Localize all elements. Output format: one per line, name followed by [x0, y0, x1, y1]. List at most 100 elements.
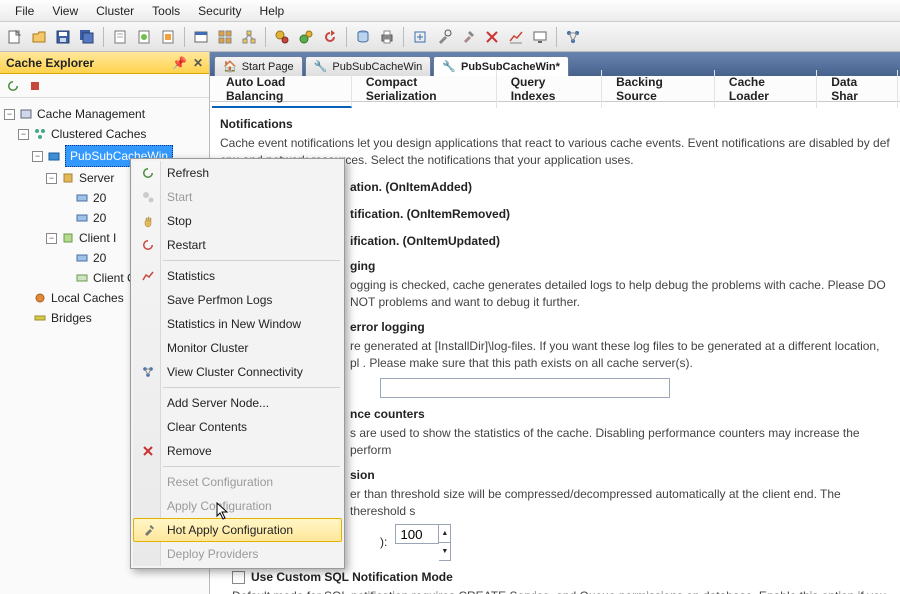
menu-tools[interactable]: Tools: [143, 2, 189, 20]
ctx-restart[interactable]: Restart: [133, 233, 342, 257]
ctx-view-connectivity[interactable]: View Cluster Connectivity: [133, 360, 342, 384]
toolbar-chart-icon[interactable]: [505, 26, 527, 48]
ctx-save-perfmon[interactable]: Save Perfmon Logs: [133, 288, 342, 312]
ctx-reset-config[interactable]: Reset Configuration: [133, 470, 342, 494]
sql-label: Use Custom SQL Notification Mode: [251, 569, 453, 586]
tree-server1[interactable]: 20: [93, 189, 106, 207]
node-icon: [75, 211, 89, 225]
ctx-statistics[interactable]: Statistics: [133, 264, 342, 288]
ctx-refresh[interactable]: Refresh: [133, 161, 342, 185]
refresh-icon: [139, 164, 157, 182]
toolbar-sep: [346, 27, 347, 47]
ctx-remove[interactable]: Remove: [133, 439, 342, 463]
toolbar-sep: [556, 27, 557, 47]
close-panel-icon[interactable]: ✕: [193, 56, 203, 70]
toolbar-monitor-icon[interactable]: [529, 26, 551, 48]
sub-tabs: Auto Load Balancing Compact Serializatio…: [210, 76, 900, 102]
toolbar-sep: [103, 27, 104, 47]
toolbar-save-icon[interactable]: [52, 26, 74, 48]
server-icon: [19, 107, 33, 121]
panel-header: Cache Explorer 📌 ✕: [0, 52, 209, 74]
toolbar-bridge-icon[interactable]: [238, 26, 260, 48]
expander-icon[interactable]: −: [4, 109, 15, 120]
toolbar-new-icon[interactable]: [4, 26, 26, 48]
expander-icon[interactable]: −: [18, 129, 29, 140]
tree-server2[interactable]: 20: [93, 209, 106, 227]
toolbar-tools2-icon[interactable]: [457, 26, 479, 48]
expander-icon[interactable]: −: [46, 233, 57, 244]
toolbar-tools3-icon[interactable]: [481, 26, 503, 48]
stop-icon[interactable]: [26, 77, 44, 95]
toolbar-expand-icon[interactable]: [409, 26, 431, 48]
ctx-apply-config[interactable]: Apply Configuration: [133, 494, 342, 518]
tree-client1[interactable]: 20: [93, 249, 106, 267]
ctx-start[interactable]: Start: [133, 185, 342, 209]
tree-root[interactable]: Cache Management: [37, 105, 145, 123]
logging-heading: ging: [350, 258, 890, 275]
ctx-stop[interactable]: Stop: [133, 209, 342, 233]
expander-icon[interactable]: −: [46, 173, 57, 184]
cache-icon: [47, 149, 61, 163]
node-icon: [75, 251, 89, 265]
event-removed: tification. (OnItemRemoved): [350, 207, 510, 221]
expander-icon[interactable]: −: [32, 151, 43, 162]
event-added: ation. (OnItemAdded): [350, 180, 472, 194]
toolbar-print-icon[interactable]: [376, 26, 398, 48]
ctx-deploy-providers[interactable]: Deploy Providers: [133, 542, 342, 566]
toolbar-net-icon[interactable]: [562, 26, 584, 48]
toolbar: [0, 22, 900, 52]
menu-security[interactable]: Security: [189, 2, 250, 20]
toolbar-window-icon[interactable]: [190, 26, 212, 48]
tree-local[interactable]: Local Caches: [51, 289, 124, 307]
toolbar-gears-icon[interactable]: [271, 26, 293, 48]
toolbar-page1-icon[interactable]: [109, 26, 131, 48]
ctx-stats-new-window[interactable]: Statistics in New Window: [133, 312, 342, 336]
menu-separator: [163, 387, 340, 388]
remove-icon: [139, 442, 157, 460]
tree-bridges[interactable]: Bridges: [51, 309, 92, 327]
menu-view[interactable]: View: [43, 2, 87, 20]
menu-help[interactable]: Help: [251, 2, 294, 20]
menu-cluster[interactable]: Cluster: [87, 2, 143, 20]
toolbar-open-icon[interactable]: [28, 26, 50, 48]
spin-down-icon[interactable]: ▼: [439, 543, 450, 560]
menubar: File View Cluster Tools Security Help: [0, 0, 900, 22]
toolbar-page3-icon[interactable]: [157, 26, 179, 48]
tools-icon: [140, 521, 158, 539]
toolbar-grid-icon[interactable]: [214, 26, 236, 48]
menu-separator: [163, 260, 340, 261]
toolbar-tools1-icon[interactable]: [433, 26, 455, 48]
menu-file[interactable]: File: [6, 2, 43, 20]
bridges-icon: [33, 311, 47, 325]
clients-icon: [61, 231, 75, 245]
ctx-clear-contents[interactable]: Clear Contents: [133, 415, 342, 439]
toolbar-restart-icon[interactable]: [319, 26, 341, 48]
compression-value-input[interactable]: [395, 524, 439, 544]
toolbar-db-icon[interactable]: [352, 26, 374, 48]
tree-client-nodes[interactable]: Client I: [79, 229, 116, 247]
ctx-hot-apply-config[interactable]: Hot Apply Configuration: [133, 518, 342, 542]
node-icon: [75, 271, 89, 285]
refresh-icon[interactable]: [4, 77, 22, 95]
toolbar-saveall-icon[interactable]: [76, 26, 98, 48]
ctx-monitor-cluster[interactable]: Monitor Cluster: [133, 336, 342, 360]
errlog-heading: error logging: [350, 319, 890, 336]
notifications-heading: Notifications: [220, 116, 890, 133]
spin-up-icon[interactable]: ▲: [439, 525, 450, 543]
toolbar-page2-icon[interactable]: [133, 26, 155, 48]
errlog-path-input[interactable]: [380, 378, 670, 398]
perf-heading: nce counters: [350, 406, 890, 423]
tree-server-nodes[interactable]: Server: [79, 169, 114, 187]
tree-clustered[interactable]: Clustered Caches: [51, 125, 146, 143]
ctx-add-server[interactable]: Add Server Node...: [133, 391, 342, 415]
toolbar-gears2-icon[interactable]: [295, 26, 317, 48]
chart-icon: [139, 267, 157, 285]
pin-icon[interactable]: 📌: [172, 56, 187, 70]
toolbar-sep: [184, 27, 185, 47]
compression-label: ):: [380, 534, 387, 551]
nodes-icon: [61, 171, 75, 185]
sql-checkbox[interactable]: [232, 571, 245, 584]
node-icon: [75, 191, 89, 205]
gears-icon: [139, 188, 157, 206]
compression-body: er than threshold size will be compresse…: [350, 486, 890, 520]
